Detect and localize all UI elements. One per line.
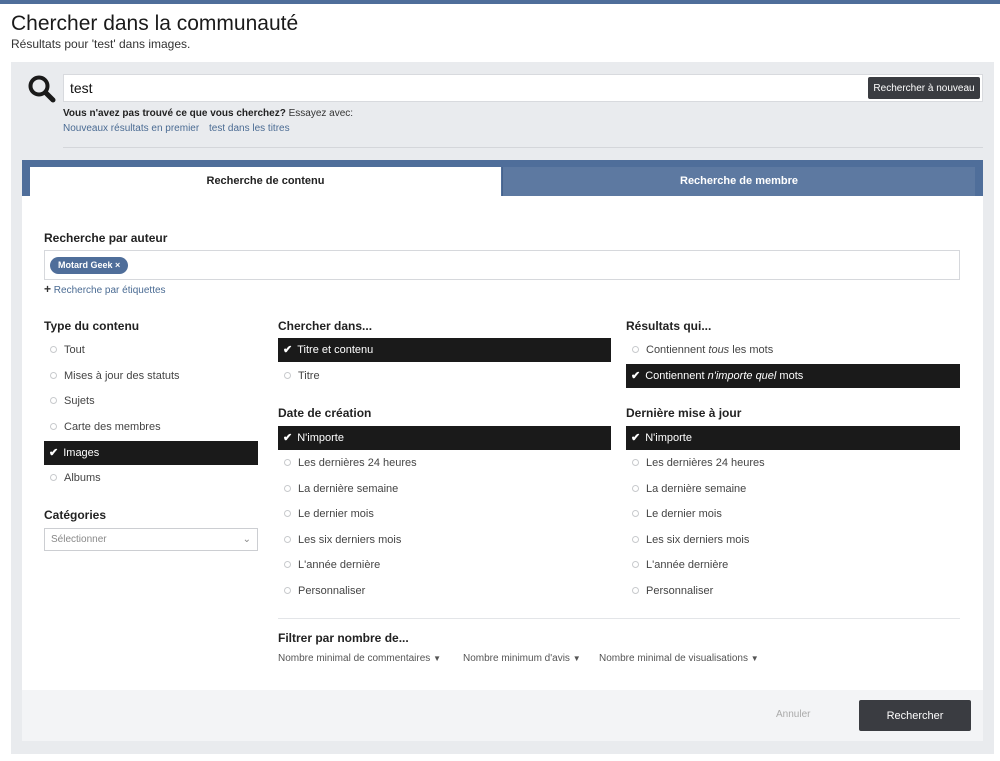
suggestion-newest-first[interactable]: Nouveaux résultats en premier — [63, 123, 199, 134]
radio-icon — [632, 458, 639, 466]
filter-divider — [278, 618, 960, 619]
add-tags-link[interactable]: + Recherche par étiquettes — [44, 282, 166, 296]
results-with-label: Résultats qui... — [626, 319, 712, 333]
caret-down-icon: ▼ — [750, 654, 759, 663]
radio-icon — [284, 484, 291, 492]
filter-label: Filtrer par nombre de... — [278, 631, 409, 645]
tab-member-search[interactable]: Recherche de membre — [502, 167, 975, 196]
radio-icon — [632, 484, 639, 492]
updated-option[interactable]: Les six derniers mois — [626, 528, 960, 552]
updated-option[interactable]: Personnaliser — [626, 579, 960, 603]
tag-remove-icon[interactable]: × — [115, 260, 120, 270]
updated-label: Dernière mise à jour — [626, 406, 742, 420]
plus-icon: + — [44, 282, 52, 296]
search-in-label: Chercher dans... — [278, 319, 373, 333]
search-again-button[interactable]: Rechercher à nouveau — [868, 77, 980, 99]
radio-icon — [50, 371, 57, 379]
radio-icon — [50, 473, 57, 481]
radio-icon — [50, 345, 57, 353]
radio-icon — [284, 586, 291, 594]
search-form: Recherche de contenu Recherche de membre… — [22, 160, 983, 741]
author-label: Recherche par auteur — [44, 231, 168, 245]
content-type-label: Type du contenu — [44, 319, 140, 333]
created-option-selected[interactable]: ✔ N'importe — [278, 426, 611, 450]
updated-option-selected[interactable]: ✔ N'importe — [626, 426, 960, 450]
check-icon: ✔ — [631, 432, 641, 444]
radio-icon — [632, 586, 639, 594]
content-type-option[interactable]: Sujets — [44, 389, 258, 413]
form-footer: Annuler Rechercher — [22, 690, 983, 741]
chevron-down-icon: ⌄ — [242, 534, 251, 545]
created-option[interactable]: Le dernier mois — [278, 502, 611, 526]
page-title: Chercher dans la communauté — [11, 12, 299, 35]
filter-min-reviews[interactable]: Nombre minimum d'avis ▼ — [463, 653, 581, 664]
suggestion-in-titles[interactable]: test dans les titres — [209, 123, 290, 134]
radio-icon — [284, 458, 291, 466]
cancel-button[interactable]: Annuler — [776, 709, 810, 720]
radio-icon — [284, 560, 291, 568]
not-found-hint: Vous n'avez pas trouvé ce que vous cherc… — [63, 108, 354, 119]
radio-icon — [632, 345, 639, 353]
filter-min-comments[interactable]: Nombre minimal de commentaires ▼ — [278, 653, 441, 664]
filter-min-views[interactable]: Nombre minimal de visualisations ▼ — [599, 653, 759, 664]
page-subtitle: Résultats pour 'test' dans images. — [11, 37, 191, 51]
content-type-option[interactable]: Carte des membres — [44, 415, 258, 439]
search-in-option[interactable]: Titre — [278, 364, 611, 388]
check-icon: ✔ — [283, 432, 293, 444]
tab-bar: Recherche de contenu Recherche de membre — [22, 160, 983, 196]
updated-option[interactable]: La dernière semaine — [626, 477, 960, 501]
check-icon: ✔ — [283, 344, 293, 356]
updated-option[interactable]: L'année dernière — [626, 553, 960, 577]
search-input[interactable] — [63, 74, 983, 102]
updated-option[interactable]: Les dernières 24 heures — [626, 451, 960, 475]
results-with-option[interactable]: Contiennent tous les mots — [626, 338, 960, 362]
created-option[interactable]: Les dernières 24 heures — [278, 451, 611, 475]
radio-icon — [284, 535, 291, 543]
caret-down-icon: ▼ — [572, 654, 581, 663]
created-option[interactable]: L'année dernière — [278, 553, 611, 577]
results-with-option-selected[interactable]: ✔ Contiennent n'importe quel mots — [626, 364, 960, 388]
created-option[interactable]: La dernière semaine — [278, 477, 611, 501]
check-icon: ✔ — [49, 447, 59, 459]
tab-content-search[interactable]: Recherche de contenu — [30, 167, 501, 196]
search-panel: Rechercher à nouveau Vous n'avez pas tro… — [11, 62, 994, 754]
created-option[interactable]: Personnaliser — [278, 579, 611, 603]
content-type-option-selected[interactable]: ✔ Images — [44, 441, 258, 465]
radio-icon — [50, 422, 57, 430]
updated-option[interactable]: Le dernier mois — [626, 502, 960, 526]
top-accent-bar — [0, 0, 1000, 4]
created-label: Date de création — [278, 406, 372, 420]
author-tag[interactable]: Motard Geek × — [50, 257, 129, 274]
search-in-option-selected[interactable]: ✔ Titre et contenu — [278, 338, 611, 362]
search-icon — [28, 75, 56, 103]
search-submit-button[interactable]: Rechercher — [859, 700, 971, 731]
radio-icon — [632, 560, 639, 568]
caret-down-icon: ▼ — [433, 654, 441, 663]
content-type-option[interactable]: Mises à jour des statuts — [44, 364, 258, 388]
content-type-option[interactable]: Tout — [44, 338, 258, 362]
divider — [63, 147, 983, 148]
radio-icon — [284, 371, 291, 379]
radio-icon — [284, 509, 291, 517]
created-option[interactable]: Les six derniers mois — [278, 528, 611, 552]
content-type-option[interactable]: Albums — [44, 466, 258, 490]
check-icon: ✔ — [631, 370, 641, 382]
radio-icon — [632, 509, 639, 517]
categories-select[interactable]: Sélectionner ⌄ — [44, 528, 258, 551]
author-field[interactable]: Motard Geek × — [44, 250, 960, 280]
categories-label: Catégories — [44, 508, 107, 522]
radio-icon — [632, 535, 639, 543]
radio-icon — [50, 396, 57, 404]
